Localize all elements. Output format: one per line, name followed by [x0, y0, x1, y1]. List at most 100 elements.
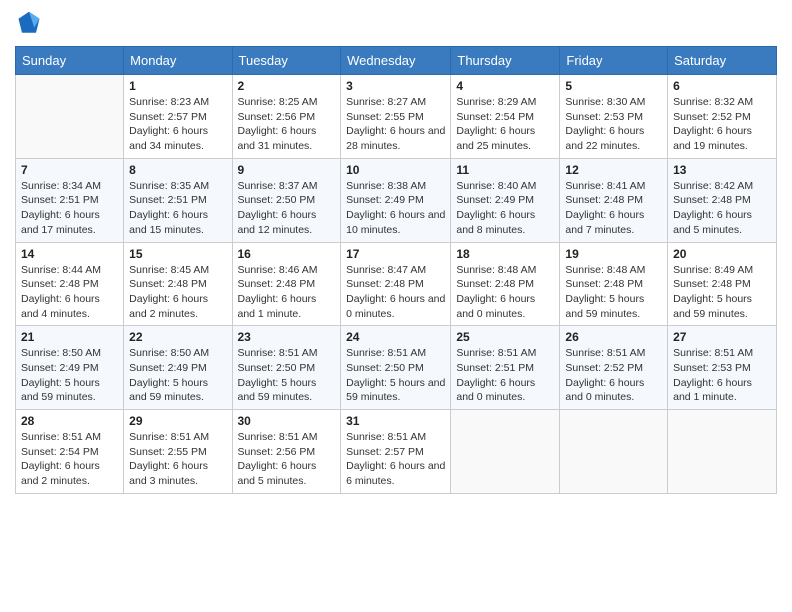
calendar-cell: [560, 410, 668, 494]
logo-icon: [15, 10, 43, 38]
day-number: 8: [129, 163, 226, 177]
day-info: Sunrise: 8:40 AMSunset: 2:49 PMDaylight:…: [456, 179, 554, 238]
calendar-cell: 13 Sunrise: 8:42 AMSunset: 2:48 PMDayligh…: [668, 158, 777, 242]
calendar-week-row: 21 Sunrise: 8:50 AMSunset: 2:49 PMDayligh…: [16, 326, 777, 410]
calendar-cell: 3Sunrise: 8:27 AMSunset: 2:55 PMDaylight…: [341, 75, 451, 159]
calendar-cell: 30Sunrise: 8:51 AMSunset: 2:56 PMDayligh…: [232, 410, 341, 494]
calendar-week-row: 1 Sunrise: 8:23 AMSunset: 2:57 PMDaylight…: [16, 75, 777, 159]
day-number: 19: [565, 247, 662, 261]
calendar-cell: [16, 75, 124, 159]
calendar-cell: 11 Sunrise: 8:40 AMSunset: 2:49 PMDayligh…: [451, 158, 560, 242]
day-info: Sunrise: 8:50 AMSunset: 2:49 PMDaylight:…: [129, 346, 226, 405]
day-info: Sunrise: 8:38 AMSunset: 2:49 PMDaylight:…: [346, 179, 445, 238]
day-info: Sunrise: 8:42 AMSunset: 2:48 PMDaylight:…: [673, 179, 771, 238]
day-number: 1: [129, 79, 226, 93]
calendar-cell: 24 Sunrise: 8:51 AMSunset: 2:50 PMDayligh…: [341, 326, 451, 410]
weekday-header: Wednesday: [341, 47, 451, 75]
calendar-cell: 19Sunrise: 8:48 AMSunset: 2:48 PMDayligh…: [560, 242, 668, 326]
logo: [15, 10, 47, 38]
day-info: Sunrise: 8:45 AMSunset: 2:48 PMDaylight:…: [129, 263, 226, 322]
day-info: Sunrise: 8:49 AMSunset: 2:48 PMDaylight:…: [673, 263, 771, 322]
day-info: Sunrise: 8:51 AMSunset: 2:57 PMDaylight:…: [346, 430, 445, 489]
day-info: Sunrise: 8:51 AMSunset: 2:56 PMDaylight:…: [238, 430, 336, 489]
day-info: Sunrise: 8:37 AMSunset: 2:50 PMDaylight:…: [238, 179, 336, 238]
day-number: 2: [238, 79, 336, 93]
day-info: Sunrise: 8:51 AMSunset: 2:53 PMDaylight:…: [673, 346, 771, 405]
day-number: 17: [346, 247, 445, 261]
page-header: [15, 10, 777, 38]
weekday-header: Tuesday: [232, 47, 341, 75]
day-number: 25: [456, 330, 554, 344]
day-number: 12: [565, 163, 662, 177]
calendar-cell: 4 Sunrise: 8:29 AMSunset: 2:54 PMDaylight…: [451, 75, 560, 159]
day-info: Sunrise: 8:44 AMSunset: 2:48 PMDaylight:…: [21, 263, 118, 322]
day-info: Sunrise: 8:35 AMSunset: 2:51 PMDaylight:…: [129, 179, 226, 238]
day-info: Sunrise: 8:29 AMSunset: 2:54 PMDaylight:…: [456, 95, 554, 154]
calendar-cell: 7 Sunrise: 8:34 AMSunset: 2:51 PMDaylight…: [16, 158, 124, 242]
calendar-week-row: 28 Sunrise: 8:51 AMSunset: 2:54 PMDayligh…: [16, 410, 777, 494]
day-info: Sunrise: 8:51 AMSunset: 2:54 PMDaylight:…: [21, 430, 118, 489]
calendar-cell: 22 Sunrise: 8:50 AMSunset: 2:49 PMDayligh…: [124, 326, 232, 410]
day-info: Sunrise: 8:34 AMSunset: 2:51 PMDaylight:…: [21, 179, 118, 238]
day-number: 18: [456, 247, 554, 261]
day-number: 11: [456, 163, 554, 177]
day-number: 29: [129, 414, 226, 428]
weekday-header: Monday: [124, 47, 232, 75]
calendar-cell: 20 Sunrise: 8:49 AMSunset: 2:48 PMDayligh…: [668, 242, 777, 326]
day-number: 4: [456, 79, 554, 93]
day-number: 28: [21, 414, 118, 428]
day-number: 21: [21, 330, 118, 344]
calendar-cell: [451, 410, 560, 494]
day-number: 14: [21, 247, 118, 261]
day-info: Sunrise: 8:51 AMSunset: 2:50 PMDaylight:…: [346, 346, 445, 405]
day-info: Sunrise: 8:50 AMSunset: 2:49 PMDaylight:…: [21, 346, 118, 405]
weekday-header: Saturday: [668, 47, 777, 75]
weekday-header: Sunday: [16, 47, 124, 75]
calendar-cell: 31 Sunrise: 8:51 AMSunset: 2:57 PMDayligh…: [341, 410, 451, 494]
day-number: 16: [238, 247, 336, 261]
day-number: 26: [565, 330, 662, 344]
day-info: Sunrise: 8:25 AMSunset: 2:56 PMDaylight:…: [238, 95, 336, 154]
day-info: Sunrise: 8:47 AMSunset: 2:48 PMDaylight:…: [346, 263, 445, 322]
calendar-cell: [668, 410, 777, 494]
day-number: 20: [673, 247, 771, 261]
calendar-cell: 5Sunrise: 8:30 AMSunset: 2:53 PMDaylight…: [560, 75, 668, 159]
day-number: 13: [673, 163, 771, 177]
day-number: 22: [129, 330, 226, 344]
day-info: Sunrise: 8:51 AMSunset: 2:51 PMDaylight:…: [456, 346, 554, 405]
calendar-cell: 15Sunrise: 8:45 AMSunset: 2:48 PMDayligh…: [124, 242, 232, 326]
calendar-week-row: 7 Sunrise: 8:34 AMSunset: 2:51 PMDaylight…: [16, 158, 777, 242]
day-number: 3: [346, 79, 445, 93]
calendar-cell: 14 Sunrise: 8:44 AMSunset: 2:48 PMDayligh…: [16, 242, 124, 326]
day-info: Sunrise: 8:51 AMSunset: 2:52 PMDaylight:…: [565, 346, 662, 405]
calendar-cell: 23Sunrise: 8:51 AMSunset: 2:50 PMDayligh…: [232, 326, 341, 410]
calendar-cell: 25 Sunrise: 8:51 AMSunset: 2:51 PMDayligh…: [451, 326, 560, 410]
day-number: 27: [673, 330, 771, 344]
day-number: 10: [346, 163, 445, 177]
day-info: Sunrise: 8:41 AMSunset: 2:48 PMDaylight:…: [565, 179, 662, 238]
day-number: 24: [346, 330, 445, 344]
day-info: Sunrise: 8:23 AMSunset: 2:57 PMDaylight:…: [129, 95, 226, 154]
weekday-header: Friday: [560, 47, 668, 75]
day-info: Sunrise: 8:46 AMSunset: 2:48 PMDaylight:…: [238, 263, 336, 322]
calendar-cell: 21 Sunrise: 8:50 AMSunset: 2:49 PMDayligh…: [16, 326, 124, 410]
day-info: Sunrise: 8:51 AMSunset: 2:55 PMDaylight:…: [129, 430, 226, 489]
calendar-cell: 17 Sunrise: 8:47 AMSunset: 2:48 PMDayligh…: [341, 242, 451, 326]
day-number: 9: [238, 163, 336, 177]
calendar-cell: 2 Sunrise: 8:25 AMSunset: 2:56 PMDaylight…: [232, 75, 341, 159]
weekday-header-row: SundayMondayTuesdayWednesdayThursdayFrid…: [16, 47, 777, 75]
day-number: 31: [346, 414, 445, 428]
day-info: Sunrise: 8:51 AMSunset: 2:50 PMDaylight:…: [238, 346, 336, 405]
calendar-cell: 1 Sunrise: 8:23 AMSunset: 2:57 PMDaylight…: [124, 75, 232, 159]
day-number: 5: [565, 79, 662, 93]
calendar-cell: 6Sunrise: 8:32 AMSunset: 2:52 PMDaylight…: [668, 75, 777, 159]
calendar-table: SundayMondayTuesdayWednesdayThursdayFrid…: [15, 46, 777, 494]
calendar-cell: 9 Sunrise: 8:37 AMSunset: 2:50 PMDaylight…: [232, 158, 341, 242]
calendar-cell: 10 Sunrise: 8:38 AMSunset: 2:49 PMDayligh…: [341, 158, 451, 242]
calendar-week-row: 14 Sunrise: 8:44 AMSunset: 2:48 PMDayligh…: [16, 242, 777, 326]
calendar-cell: 8 Sunrise: 8:35 AMSunset: 2:51 PMDaylight…: [124, 158, 232, 242]
day-info: Sunrise: 8:32 AMSunset: 2:52 PMDaylight:…: [673, 95, 771, 154]
day-number: 7: [21, 163, 118, 177]
calendar-cell: 18 Sunrise: 8:48 AMSunset: 2:48 PMDayligh…: [451, 242, 560, 326]
day-info: Sunrise: 8:48 AMSunset: 2:48 PMDaylight:…: [456, 263, 554, 322]
